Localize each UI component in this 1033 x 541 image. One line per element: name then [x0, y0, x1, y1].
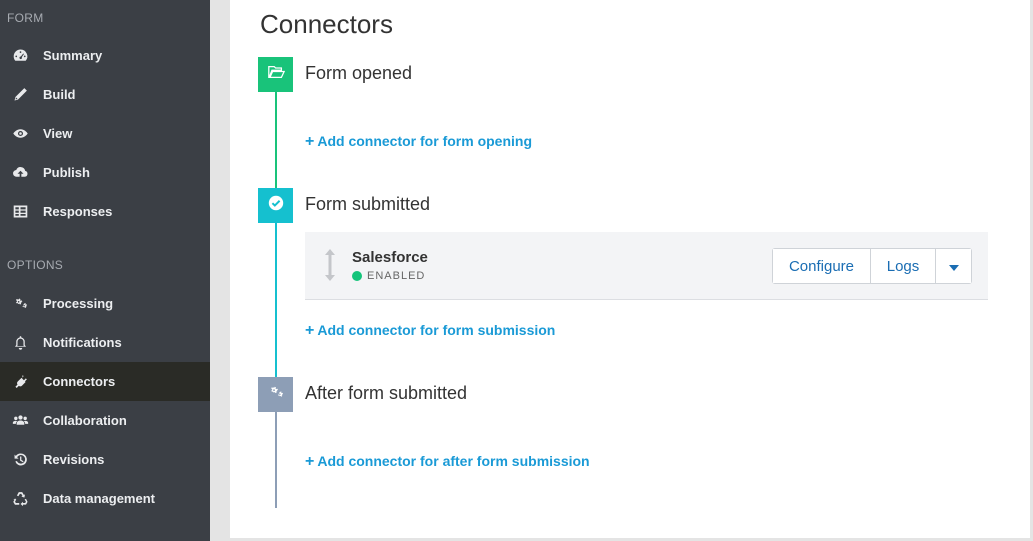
connector-actions: Configure Logs [772, 248, 972, 284]
eye-icon [10, 124, 30, 142]
sidebar-item-build[interactable]: Build [0, 75, 210, 114]
add-link-label: Add connector for form submission [317, 322, 556, 338]
add-link-label: Add connector for after form submission [317, 453, 590, 469]
connector-status: ENABLED [352, 270, 425, 282]
gears-icon [267, 383, 285, 406]
sidebar-item-label: Publish [43, 165, 90, 180]
section-label-form: FORM [7, 11, 44, 25]
step-title-submitted: Form submitted [305, 194, 431, 214]
sidebar-item-label: Revisions [43, 452, 105, 467]
more-actions-button[interactable] [935, 249, 971, 283]
main-panel: Connectors Form opened + Add connector fo… [230, 0, 1030, 538]
connector-row-salesforce: Salesforce ENABLED Configure Logs [305, 232, 988, 300]
sidebar-item-view[interactable]: View [0, 114, 210, 153]
check-circle-icon [267, 194, 285, 217]
plus-icon: + [305, 453, 315, 470]
step-badge-after [258, 377, 293, 412]
status-dot-icon [352, 271, 362, 281]
plus-icon: + [305, 133, 315, 150]
plug-icon [10, 372, 30, 390]
logs-button[interactable]: Logs [870, 249, 935, 283]
table-icon [10, 202, 30, 220]
sidebar-item-collaboration[interactable]: Collaboration [0, 401, 210, 440]
sidebar-item-label: Notifications [43, 335, 122, 350]
sidebar-item-label: Data management [43, 491, 155, 506]
sidebar-item-label: Connectors [43, 374, 116, 389]
recycle-icon [10, 489, 30, 507]
status-label: ENABLED [367, 270, 426, 282]
history-icon [10, 450, 30, 468]
dashboard-icon [10, 46, 30, 64]
step-title-after: After form submitted [305, 383, 468, 403]
add-connector-form-submission-link[interactable]: + Add connector for form submission [305, 322, 555, 340]
drag-handle-icon[interactable] [323, 249, 337, 281]
timeline-line-submitted [275, 222, 277, 377]
plus-icon: + [305, 322, 315, 339]
caret-down-icon [948, 258, 959, 275]
sidebar-item-responses[interactable]: Responses [0, 192, 210, 231]
sidebar-item-label: Summary [43, 48, 103, 63]
step-title-opened: Form opened [305, 63, 413, 83]
sidebar-item-data-management[interactable]: Data management [0, 479, 210, 518]
gears-icon [10, 294, 30, 312]
sidebar-item-label: Processing [43, 296, 114, 311]
cloud-upload-icon [10, 163, 30, 181]
add-connector-form-opening-link[interactable]: + Add connector for form opening [305, 133, 532, 151]
folder-open-icon [267, 63, 285, 86]
sidebar-item-notifications[interactable]: Notifications [0, 323, 210, 362]
sidebar: FORM Summary Build View Publish Response… [0, 0, 210, 541]
sidebar-item-processing[interactable]: Processing [0, 284, 210, 323]
step-badge-opened [258, 57, 293, 92]
sidebar-item-label: Responses [43, 204, 113, 219]
sidebar-item-label: Collaboration [43, 413, 127, 428]
configure-button[interactable]: Configure [773, 249, 870, 283]
sidebar-item-summary[interactable]: Summary [0, 36, 210, 75]
pencil-icon [10, 85, 30, 103]
sidebar-item-label: View [43, 126, 73, 141]
connector-name: Salesforce [352, 249, 428, 266]
add-connector-after-submission-link[interactable]: + Add connector for after form submission [305, 453, 590, 471]
step-badge-submitted [258, 188, 293, 223]
timeline-line-after [275, 411, 277, 508]
bell-icon [10, 333, 30, 351]
add-link-label: Add connector for form opening [317, 133, 532, 149]
sidebar-item-label: Build [43, 87, 76, 102]
sidebar-item-publish[interactable]: Publish [0, 153, 210, 192]
page-title: Connectors [260, 9, 393, 39]
sidebar-item-connectors[interactable]: Connectors [0, 362, 210, 401]
section-label-options: OPTIONS [7, 258, 64, 272]
users-icon [10, 411, 30, 429]
sidebar-item-revisions[interactable]: Revisions [0, 440, 210, 479]
timeline-line-opened [275, 91, 277, 188]
